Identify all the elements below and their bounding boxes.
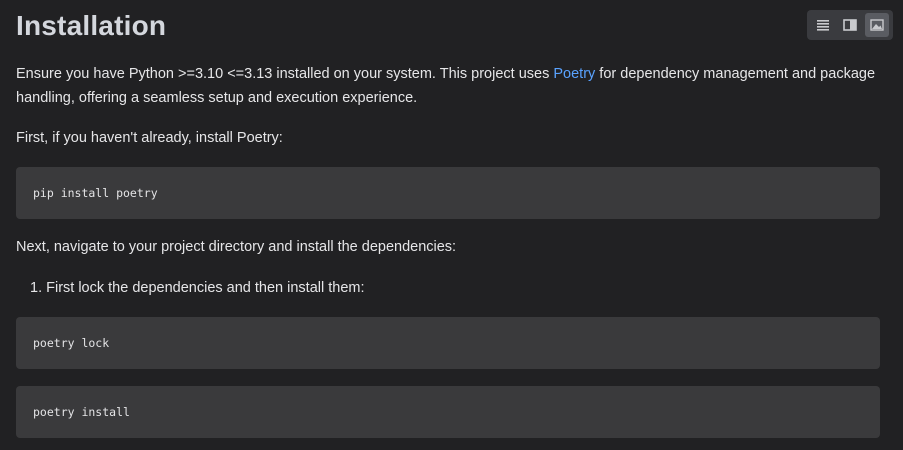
code-text: poetry lock (33, 336, 110, 350)
code-block-poetry-install[interactable]: poetry install (16, 386, 880, 438)
image-icon (870, 19, 884, 31)
next-step-text: Next, navigate to your project directory… (16, 239, 457, 255)
code-text: pip install poetry (33, 186, 158, 200)
view-mode-toolbar (807, 10, 893, 40)
first-step-text: First, if you haven't already, install P… (16, 130, 283, 146)
page-title: Installation (16, 10, 167, 41)
intro-text-before: Ensure you have Python >=3.10 <=3.13 ins… (16, 66, 554, 82)
list-item: 1. First lock the dependencies and then … (30, 276, 365, 300)
split-view-button[interactable] (838, 13, 862, 37)
list-text: First lock the dependencies and then ins… (46, 280, 365, 296)
text-lines-icon (817, 20, 829, 31)
split-view-icon (843, 19, 857, 31)
intro-paragraph: Ensure you have Python >=3.10 <=3.13 ins… (16, 62, 886, 110)
code-block-poetry-lock[interactable]: poetry lock (16, 317, 880, 369)
list-number: 1. (30, 280, 43, 296)
code-block-install-poetry[interactable]: pip install poetry (16, 167, 880, 219)
poetry-link[interactable]: Poetry (553, 66, 595, 82)
text-view-button[interactable] (811, 13, 835, 37)
image-view-button[interactable] (865, 13, 889, 37)
code-text: poetry install (33, 405, 130, 419)
